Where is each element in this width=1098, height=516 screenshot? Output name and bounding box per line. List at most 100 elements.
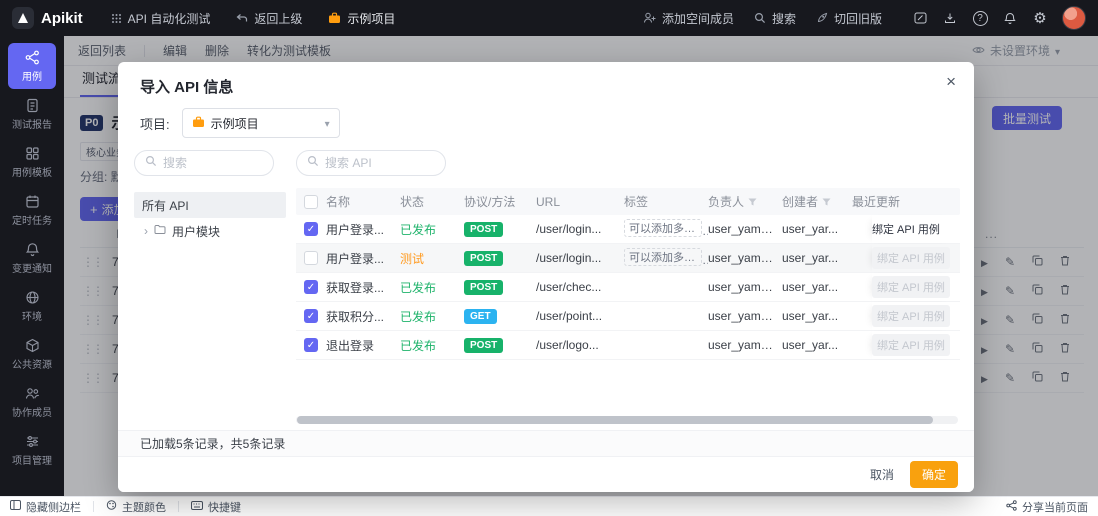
statusbar-divider (178, 501, 179, 512)
api-row[interactable]: 获取积分... 已发布 GET /user/point... user_yamc… (296, 302, 960, 331)
sidebar-item-scheduled-task[interactable]: 定时任务 (8, 187, 56, 233)
confirm-button[interactable]: 确定 (909, 461, 958, 488)
api-creator: user_yar... (782, 338, 839, 352)
chevron-down-icon (325, 116, 330, 130)
search-icon (307, 154, 319, 172)
nav-back-upper[interactable]: 返回上级 (236, 10, 302, 27)
api-name: 获取积分... (326, 309, 385, 324)
scrollbar-thumb[interactable] (297, 416, 933, 424)
sliders-icon (25, 434, 40, 449)
download-icon[interactable] (938, 6, 962, 30)
apikit-logo-icon (12, 7, 34, 29)
group-search-input[interactable] (163, 156, 253, 170)
select-all-checkbox[interactable] (304, 194, 318, 209)
api-url: /user/login... (536, 251, 602, 265)
switch-old-version-button[interactable]: 切回旧版 (816, 10, 882, 27)
api-creator: user_yar... (782, 280, 839, 294)
bind-api-case-button[interactable]: 绑定 API 用例 (872, 215, 960, 243)
feedback-icon[interactable] (908, 6, 932, 30)
api-owner: user_yamc... (708, 338, 777, 352)
sidebar-item-project-manage[interactable]: 项目管理 (8, 427, 56, 473)
app-window: Apikit API 自动化测试 返回上级 示例项目 添加空间成员 搜索 切回旧… (0, 0, 1098, 516)
sidebar-item-change-notice[interactable]: 变更通知 (8, 235, 56, 281)
horizontal-scrollbar (296, 416, 958, 424)
tree-item-all-api[interactable]: 所有 API (134, 192, 286, 218)
api-row[interactable]: 用户登录... 测试 POST /user/login... 可以添加多个标..… (296, 244, 960, 273)
bind-api-case-button-disabled: 绑定 API 用例 (872, 273, 960, 301)
briefcase-icon (328, 12, 341, 24)
shortcuts-button[interactable]: 快捷键 (191, 499, 241, 515)
header-updated: 最近更新 (852, 195, 901, 209)
rocket-icon (816, 12, 828, 24)
api-row[interactable]: 退出登录 已发布 POST /user/logo... user_yamc...… (296, 331, 960, 360)
method-badge: POST (464, 251, 504, 266)
sidebar-item-environment[interactable]: 环境 (8, 283, 56, 329)
calendar-icon (25, 194, 40, 209)
filter-icon[interactable] (748, 195, 757, 209)
records-loaded-info: 已加载5条记录，共5条记录 (118, 430, 974, 456)
theme-color-button[interactable]: 主题颜色 (106, 499, 166, 515)
app-logo[interactable]: Apikit (12, 7, 83, 29)
modal-title: 导入 API 信息 (140, 79, 234, 96)
api-table: 名称 状态 协议/方法 URL 标签 负责人 创建者 最近更新 用户登录... … (296, 188, 960, 360)
project-select-value: 示例项目 (210, 116, 259, 131)
bell-icon (25, 242, 40, 257)
chevron-right-icon (144, 224, 148, 238)
sidebar-item-usecase-template[interactable]: 用例模板 (8, 139, 56, 185)
api-group-tree: 所有 API 用户模块 (134, 192, 286, 244)
cube-icon (25, 338, 40, 353)
palette-icon (106, 500, 117, 513)
api-name: 用户登录... (326, 251, 385, 266)
row-checkbox[interactable] (304, 338, 318, 352)
project-select[interactable]: 示例项目 (181, 108, 340, 138)
api-owner: user_yamc... (708, 222, 777, 236)
project-label: 项目: (140, 116, 170, 132)
tree-item-user-module[interactable]: 用户模块 (134, 218, 286, 244)
hide-sidebar-button[interactable]: 隐藏侧边栏 (10, 499, 81, 515)
row-checkbox[interactable] (304, 251, 318, 265)
row-checkbox[interactable] (304, 309, 318, 323)
method-badge: GET (464, 309, 497, 324)
header-creator: 创建者 (782, 193, 852, 210)
header-owner: 负责人 (708, 193, 782, 210)
report-icon (25, 98, 40, 113)
cancel-button[interactable]: 取消 (870, 466, 894, 483)
panel-icon (10, 500, 21, 513)
help-icon[interactable] (968, 6, 992, 30)
api-search-input[interactable] (325, 156, 415, 170)
sidebar: 用例 测试报告 用例模板 定时任务 变更通知 环境 公共资源 协作成员 项目管理 (0, 36, 64, 496)
statusbar-divider (93, 501, 94, 512)
method-badge: POST (464, 338, 504, 353)
row-checkbox[interactable] (304, 222, 318, 236)
api-search[interactable] (296, 150, 446, 176)
api-row[interactable]: 获取登录... 已发布 POST /user/chec... user_yamc… (296, 273, 960, 302)
api-tag: 可以添加多个标... (624, 247, 702, 266)
global-search-button[interactable]: 搜索 (754, 10, 796, 27)
nav-project-name[interactable]: 示例项目 (328, 10, 395, 27)
bell-icon[interactable] (998, 6, 1022, 30)
project-select-row: 项目: 示例项目 (140, 108, 340, 138)
api-url: /user/logo... (536, 338, 599, 352)
sidebar-item-usecase[interactable]: 用例 (8, 43, 56, 89)
sidebar-item-test-report[interactable]: 测试报告 (8, 91, 56, 137)
row-checkbox[interactable] (304, 280, 318, 294)
sidebar-item-public-resource[interactable]: 公共资源 (8, 331, 56, 377)
add-space-member-button[interactable]: 添加空间成员 (643, 10, 734, 27)
modal-footer: 取消 确定 (118, 456, 974, 492)
sidebar-item-collaborators[interactable]: 协作成员 (8, 379, 56, 425)
group-search[interactable] (134, 150, 274, 176)
method-badge: POST (464, 222, 504, 237)
share-page-button[interactable]: 分享当前页面 (1006, 499, 1088, 515)
navbar-right-group: 添加空间成员 搜索 切回旧版 (643, 6, 1086, 30)
api-creator: user_yar... (782, 309, 839, 323)
api-status: 已发布 (400, 280, 437, 295)
close-icon[interactable] (946, 72, 956, 92)
gear-icon[interactable] (1028, 6, 1052, 30)
api-owner: user_yamc... (708, 280, 777, 294)
api-row[interactable]: 用户登录... 已发布 POST /user/login... 可以添加多个标.… (296, 215, 960, 244)
user-avatar[interactable] (1062, 6, 1086, 30)
api-list-panel: 名称 状态 协议/方法 URL 标签 负责人 创建者 最近更新 用户登录... … (296, 150, 960, 430)
filter-icon[interactable] (822, 195, 831, 209)
header-status: 状态 (400, 195, 425, 209)
nav-api-auto-test[interactable]: API 自动化测试 (111, 10, 210, 27)
